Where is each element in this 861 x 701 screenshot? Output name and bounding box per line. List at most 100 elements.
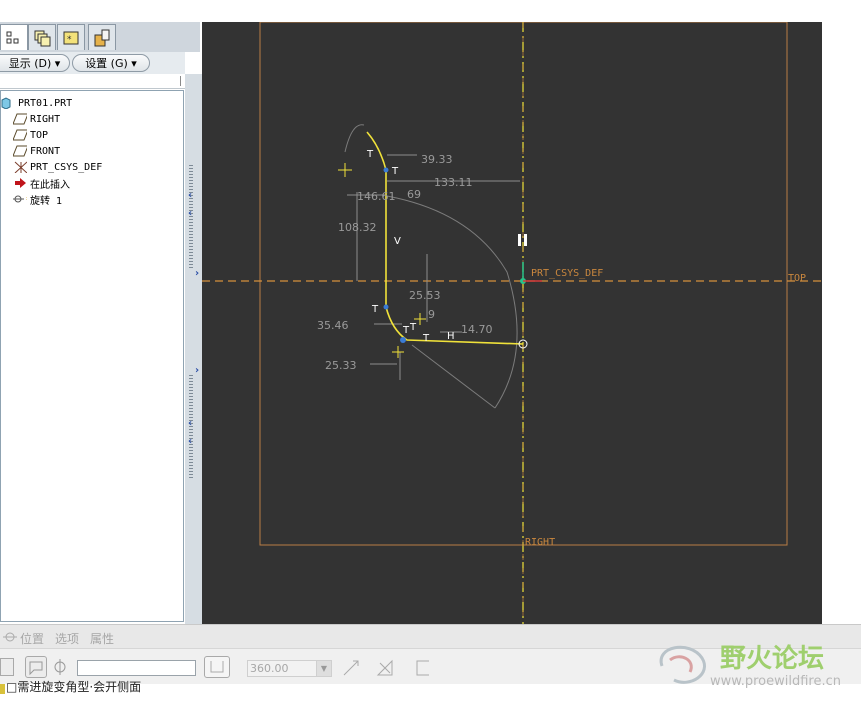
dimension-label[interactable]: 35.46 [317, 319, 349, 332]
part-icon [1, 97, 11, 109]
tree-item-label: 在此插入 [30, 179, 70, 191]
connections-icon [94, 29, 110, 46]
collapse-chevron-icon[interactable]: ‹ [188, 436, 192, 447]
tab-favorites[interactable]: * [57, 24, 85, 50]
tab-connections[interactable] [88, 24, 116, 50]
title-strip [0, 0, 861, 22]
csys-icon [14, 161, 27, 173]
tab-placement[interactable]: 位置 [20, 630, 44, 647]
dimension-label[interactable]: 69 [407, 188, 421, 201]
flip-direction-icon[interactable] [341, 658, 361, 678]
csys-label: PRT_CSYS_DEF [531, 268, 603, 279]
favorites-icon: * [63, 31, 79, 45]
sketch-vertex[interactable] [383, 167, 389, 173]
model-tree-icon [6, 31, 19, 43]
dimension-label[interactable]: 14.70 [461, 323, 493, 336]
axis-collector-field[interactable] [77, 660, 196, 676]
vertical-constraint[interactable]: V [394, 236, 401, 247]
panel-sash[interactable] [185, 74, 202, 624]
tree-item-right[interactable]: RIGHT [13, 112, 60, 126]
dimension-label[interactable]: 146.61 [357, 190, 396, 203]
pause-marker-icon [524, 234, 527, 246]
tree-item-front[interactable]: FRONT [13, 144, 60, 158]
tree-item-label: PRT01.PRT [18, 97, 73, 109]
tree-item-part[interactable]: PRT01.PRT [1, 96, 72, 110]
tangent-constraint[interactable]: T [391, 166, 399, 177]
status-message: □需进旋变角型·会开侧面 [6, 680, 142, 694]
tree-item-label: RIGHT [30, 113, 61, 125]
tangent-constraint[interactable]: T [366, 149, 374, 160]
construction-arc[interactable] [344, 124, 365, 153]
dimension-label[interactable]: 39.33 [421, 153, 453, 166]
thicken-icon[interactable] [413, 658, 433, 678]
axis-icon[interactable] [51, 658, 69, 676]
sketch-view[interactable]: PRT_CSYS_DEF TOP RIGHT 39.33 133.11 146.… [202, 22, 822, 624]
pause-marker-icon [518, 234, 521, 246]
angle-value: 360.00 [250, 662, 289, 675]
dimension-label[interactable]: 9 [428, 308, 435, 321]
horizontal-constraint[interactable]: H [447, 331, 455, 342]
tree-item-revolve[interactable]: * 旋转 1 [13, 192, 63, 207]
canvas-margin [822, 22, 861, 624]
dimension-label[interactable]: 133.11 [434, 176, 473, 189]
tree-column-header [0, 74, 185, 89]
tree-item-label: PRT_CSYS_DEF [30, 161, 103, 173]
tree-item-label: 旋转 1 [30, 195, 63, 207]
surface-icon [29, 661, 43, 676]
watermark-url: www.proewildfire.cn [710, 674, 841, 689]
settings-menu-label: 设置 (G) ▾ [85, 57, 137, 70]
expand-chevron-icon[interactable]: › [195, 365, 199, 376]
construction-line[interactable] [411, 344, 496, 409]
tab-model-tree[interactable] [0, 24, 28, 50]
settings-menu-button[interactable]: 设置 (G) ▾ [72, 54, 150, 72]
top-plane-label: TOP [788, 273, 806, 284]
surface-mode-button[interactable] [25, 656, 47, 678]
revolve-feature-icon [3, 632, 17, 642]
watermark: 野火论坛 www.proewildfire.cn [650, 636, 861, 696]
tree-item-insert-here[interactable]: 在此插入 [13, 176, 70, 191]
expand-chevron-icon[interactable]: › [195, 268, 199, 279]
tangent-constraint[interactable]: T [371, 304, 379, 315]
construction-arc[interactable] [386, 195, 518, 409]
revolve-feature-icon: * [13, 195, 27, 205]
watermark-brand: 野火论坛 [720, 644, 825, 674]
sketch-vertex[interactable] [383, 304, 389, 310]
svg-text:*: * [67, 35, 72, 45]
tree-item-label: TOP [30, 129, 49, 141]
tab-layers[interactable] [28, 24, 56, 50]
graphics-window[interactable]: PRT_CSYS_DEF TOP RIGHT 39.33 133.11 146.… [202, 22, 822, 624]
chevron-down-icon[interactable]: ▼ [316, 661, 331, 676]
tangent-constraint[interactable]: T [422, 333, 430, 344]
angle-value-combo[interactable]: 360.00 ▼ [247, 660, 332, 677]
collapse-chevron-icon[interactable]: ‹ [188, 190, 192, 201]
tangent-constraint[interactable]: T [409, 322, 417, 333]
collapse-chevron-icon[interactable]: ‹ [188, 418, 192, 429]
insert-here-arrow-icon [15, 178, 26, 188]
dimension-label[interactable]: 25.53 [409, 289, 441, 302]
layer-icon [34, 30, 51, 46]
datum-plane-icon [13, 145, 27, 157]
tree-item-top[interactable]: TOP [13, 128, 48, 142]
right-plane-label: RIGHT [525, 537, 555, 548]
collapse-chevron-icon[interactable]: ‹ [188, 208, 192, 219]
column-divider[interactable] [180, 76, 181, 86]
message-marker-icon [0, 684, 5, 694]
tree-item-csys[interactable]: PRT_CSYS_DEF [13, 160, 102, 174]
datum-plane-icon [13, 129, 27, 141]
sketch-vertex[interactable] [400, 337, 406, 343]
svg-text:*: * [26, 196, 27, 205]
tab-properties[interactable]: 属性 [90, 630, 114, 647]
tangent-constraint[interactable]: T [402, 325, 410, 336]
angle-type-button[interactable] [204, 656, 230, 678]
show-menu-label: 显示 (D) ▾ [8, 57, 61, 70]
remove-material-icon[interactable] [375, 658, 395, 678]
model-tree-panel: PRT01.PRT RIGHT TOP FRONT PRT_CSYS_DEF 在… [0, 90, 184, 622]
watermark-logo [659, 645, 706, 684]
dimension-label[interactable]: 108.32 [338, 221, 377, 234]
blind-angle-icon [210, 661, 224, 673]
tab-options[interactable]: 选项 [55, 630, 79, 647]
solid-mode-button[interactable] [0, 658, 14, 676]
dimension-label[interactable]: 25.33 [325, 359, 357, 372]
show-menu-button[interactable]: 显示 (D) ▾ [0, 54, 70, 72]
tree-item-label: FRONT [30, 145, 61, 157]
